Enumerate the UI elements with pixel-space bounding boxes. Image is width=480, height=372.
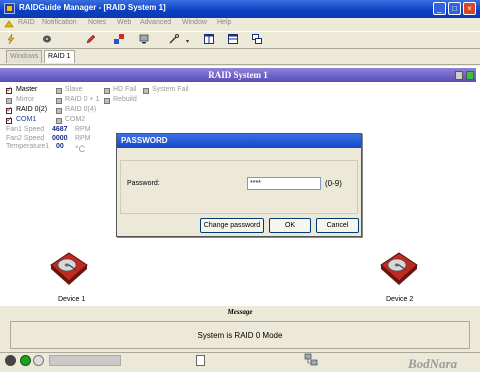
fan2-value: 0000 bbox=[52, 135, 68, 142]
com2-indicator bbox=[56, 118, 62, 124]
hd-fail-indicator bbox=[104, 88, 110, 94]
temperature-unit: °C bbox=[75, 144, 86, 154]
app-icon bbox=[4, 3, 15, 14]
fan2-unit: RPM bbox=[75, 135, 91, 142]
cascade-icon[interactable] bbox=[252, 34, 262, 44]
mirror-label: Mirror bbox=[16, 96, 35, 103]
temperature-label: Temperature1 bbox=[6, 143, 50, 150]
raid-system-header: RAID System 1 bbox=[0, 68, 476, 82]
tab-raid-1[interactable]: RAID 1 bbox=[44, 50, 75, 63]
slave-indicator bbox=[56, 88, 62, 94]
hd-fail-label: HD Fail bbox=[113, 86, 137, 93]
dialog-title: PASSWORD bbox=[117, 134, 361, 148]
temperature-value: 00 bbox=[56, 143, 64, 150]
rebuild-indicator bbox=[104, 98, 110, 104]
stop-icon[interactable] bbox=[33, 355, 44, 366]
raid0-4-label: RAID 0(4) bbox=[65, 106, 97, 113]
ok-button[interactable]: OK bbox=[269, 218, 311, 233]
mirror-indicator bbox=[6, 98, 12, 104]
message-text: System is RAID 0 Mode bbox=[197, 331, 283, 340]
message-title: Message bbox=[227, 308, 253, 316]
hard-drive-icon[interactable] bbox=[49, 251, 89, 285]
rebuild-label: Rebuild bbox=[113, 96, 137, 103]
close-button[interactable]: × bbox=[463, 2, 476, 15]
header-status-indicator[interactable] bbox=[455, 71, 463, 80]
lightning-icon[interactable] bbox=[6, 34, 16, 44]
password-input[interactable]: **** bbox=[247, 177, 321, 190]
raid0-2-checkbox bbox=[6, 105, 13, 114]
menu-raid[interactable]: RAID bbox=[18, 19, 35, 26]
window-title: RAIDGuide Manager - [RAID System 1] bbox=[19, 3, 166, 12]
com1-checkbox bbox=[6, 115, 13, 124]
transfer-icon[interactable] bbox=[114, 34, 124, 44]
tools-icon[interactable] bbox=[169, 34, 179, 44]
menu-notification[interactable]: Notification bbox=[42, 19, 77, 26]
monitor-icon[interactable] bbox=[139, 34, 149, 44]
master-label: Master bbox=[16, 86, 38, 93]
tile-vertical-icon[interactable] bbox=[204, 34, 214, 44]
raid01-indicator bbox=[56, 98, 62, 104]
toolbar bbox=[0, 31, 480, 49]
raid0-2-label: RAID 0(2) bbox=[16, 106, 48, 113]
dialog-group-frame bbox=[120, 160, 358, 214]
tile-horizontal-icon[interactable] bbox=[228, 34, 238, 44]
tools-dropdown-icon[interactable]: ▾ bbox=[186, 38, 189, 45]
master-checkbox bbox=[6, 85, 13, 94]
tab-windows[interactable]: Windows bbox=[6, 50, 43, 63]
raid0-4-indicator bbox=[56, 108, 62, 114]
device-1-label: Device 1 bbox=[58, 296, 86, 303]
com2-label: COM2 bbox=[65, 116, 86, 123]
fan1-value: 4687 bbox=[52, 126, 68, 133]
network-icon[interactable] bbox=[304, 353, 318, 367]
minimize-button[interactable]: _ bbox=[433, 2, 446, 15]
header-online-indicator[interactable] bbox=[466, 71, 474, 80]
password-label: Password: bbox=[127, 180, 160, 187]
status-progress-bar bbox=[49, 355, 121, 366]
app-menu-icon[interactable] bbox=[4, 20, 14, 28]
watermark-logo: BodNara bbox=[408, 356, 458, 371]
device-2-label: Device 2 bbox=[386, 296, 414, 303]
hard-drive-icon[interactable] bbox=[379, 251, 419, 285]
maximize-button[interactable]: □ bbox=[448, 2, 461, 15]
password-hint: (0-9) bbox=[325, 179, 342, 188]
menu-window[interactable]: Window bbox=[182, 19, 207, 26]
fan2-label: Fan2 Speed bbox=[6, 135, 45, 142]
connection-icon[interactable] bbox=[5, 355, 16, 366]
document-icon[interactable] bbox=[196, 355, 205, 366]
com1-label: COM1 bbox=[16, 116, 37, 123]
system-fail-indicator bbox=[143, 88, 149, 94]
menu-advanced[interactable]: Advanced bbox=[140, 19, 171, 26]
fan1-label: Fan1 Speed bbox=[6, 126, 45, 133]
system-fail-label: System Fail bbox=[152, 86, 189, 93]
fan1-unit: RPM bbox=[75, 126, 91, 133]
raid01-label: RAID 0 + 1 bbox=[65, 96, 100, 103]
disk-icon[interactable] bbox=[42, 34, 52, 44]
menu-notes[interactable]: Notes bbox=[88, 19, 106, 26]
menu-web[interactable]: Web bbox=[117, 19, 131, 26]
slave-label: Slave bbox=[65, 86, 83, 93]
change-password-button[interactable]: Change password bbox=[200, 218, 264, 233]
menu-help[interactable]: Help bbox=[217, 19, 231, 26]
play-icon[interactable] bbox=[20, 355, 31, 366]
cancel-button[interactable]: Cancel bbox=[316, 218, 359, 233]
edit-icon[interactable] bbox=[86, 34, 96, 44]
